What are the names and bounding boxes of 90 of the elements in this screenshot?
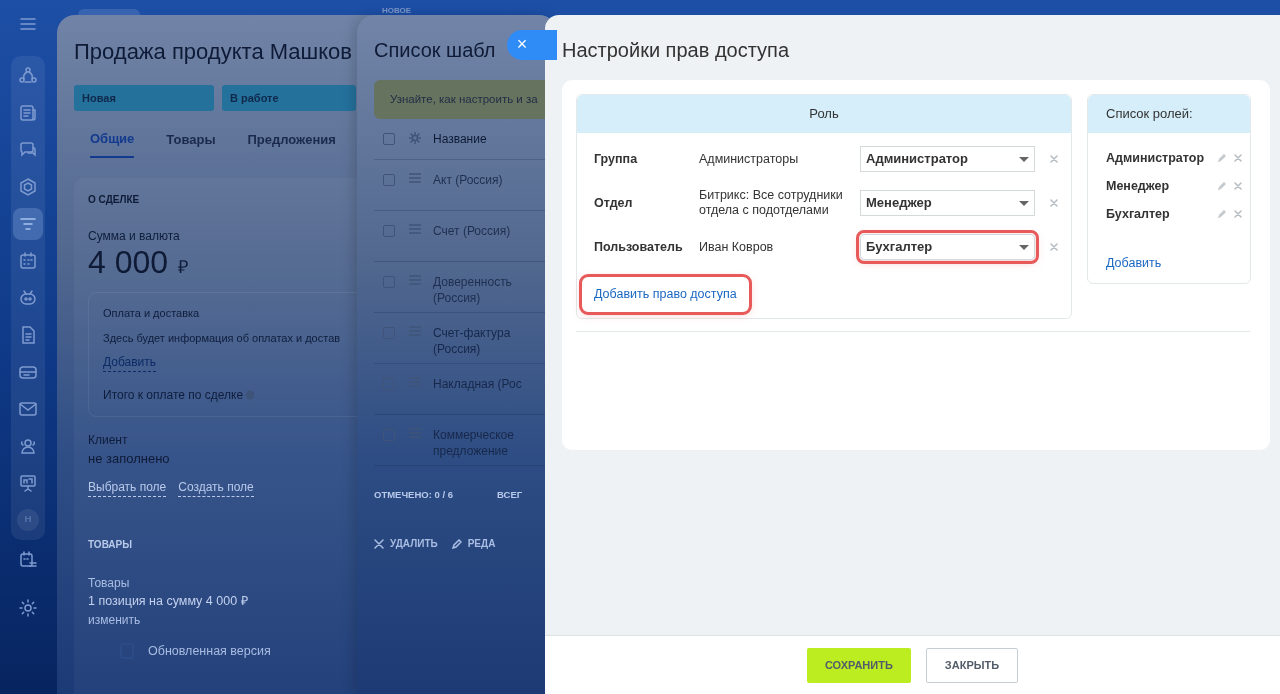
role-name: Менеджер xyxy=(1106,177,1171,195)
hexagon-icon xyxy=(19,178,37,196)
delete-icon xyxy=(374,538,384,549)
add-link[interactable]: Добавить xyxy=(103,352,157,372)
remove-icon[interactable] xyxy=(1234,154,1242,162)
close-button[interactable]: ЗАКРЫТЬ xyxy=(925,647,1019,683)
template-name[interactable]: Акт (Россия) xyxy=(433,173,543,189)
checkbox[interactable] xyxy=(383,225,395,237)
pencil-icon[interactable] xyxy=(1218,182,1226,190)
template-name[interactable]: Счет (Россия) xyxy=(433,224,543,240)
caret-icon xyxy=(1019,200,1029,206)
pencil-icon[interactable] xyxy=(1218,154,1226,162)
toolbar-button[interactable]: РЕДА xyxy=(451,536,496,552)
mail-icon xyxy=(19,400,37,418)
template-name[interactable]: Накладная (Рос xyxy=(433,377,543,393)
role-name: Администратор xyxy=(1106,149,1206,167)
tab[interactable]: Предложения xyxy=(247,129,336,158)
remove-icon[interactable] xyxy=(1050,155,1058,163)
section-title: ТОВАРЫ xyxy=(88,538,133,553)
total-count: ВСЕГ xyxy=(497,488,523,502)
template-name[interactable]: Счет-фактура (Россия) xyxy=(433,326,543,358)
field-label: Сумма и валюта xyxy=(88,227,181,245)
subject-type: Группа xyxy=(594,150,639,168)
role-select[interactable]: Менеджер xyxy=(860,190,1035,216)
pencil-icon xyxy=(451,538,462,549)
add-role-link[interactable]: Добавить xyxy=(1106,254,1162,273)
robot-icon xyxy=(19,289,37,307)
remove-icon[interactable] xyxy=(1234,210,1242,218)
tab[interactable]: Товары xyxy=(166,129,216,158)
newspaper-icon xyxy=(19,104,37,122)
presentation-icon xyxy=(19,474,37,492)
save-button[interactable]: СОХРАНИТЬ xyxy=(806,647,911,683)
field-link[interactable]: Создать поле xyxy=(178,478,254,498)
field-value: 1 позиция на сумму 4 000 ₽ xyxy=(88,592,249,610)
remove-icon[interactable] xyxy=(1234,182,1242,190)
field-value: не заполнено xyxy=(88,449,171,468)
roles-title: Список ролей: xyxy=(1106,105,1193,124)
sidebar-item[interactable] xyxy=(13,208,43,240)
menu-icon xyxy=(20,18,36,30)
role-select[interactable]: Администратор xyxy=(860,146,1035,172)
calendar-list-icon xyxy=(19,551,37,569)
update-text: Обновленная версия xyxy=(148,642,271,660)
calendar-icon xyxy=(19,252,37,270)
checkbox[interactable] xyxy=(383,133,395,145)
add-access-link[interactable]: Добавить право доступа xyxy=(582,277,749,312)
subject-type: Пользователь xyxy=(594,238,684,256)
pencil-icon[interactable] xyxy=(1218,210,1226,218)
section-title: О СДЕЛКЕ xyxy=(88,192,140,207)
subject-name: Битрикс: Все сотрудники отдела с подотделами xyxy=(699,188,844,218)
edit-link[interactable]: изменить xyxy=(88,613,141,628)
nodes-icon xyxy=(19,67,37,85)
remove-icon[interactable] xyxy=(1050,199,1058,207)
drag-handle-icon[interactable] xyxy=(409,173,421,183)
chat-icon xyxy=(19,141,37,159)
template-name[interactable]: Доверенность (Россия) xyxy=(433,275,543,307)
settings-icon[interactable] xyxy=(409,132,421,144)
subject-type: Отдел xyxy=(594,194,634,212)
template-name[interactable]: Коммерческое предложение xyxy=(433,428,543,460)
field-label: Клиент xyxy=(88,431,129,449)
window-tab[interactable] xyxy=(78,9,140,15)
document-icon xyxy=(19,326,37,344)
card-icon xyxy=(19,363,37,381)
close-button[interactable]: × xyxy=(507,30,557,60)
tab[interactable]: Общие xyxy=(90,129,135,158)
column-header: Роль xyxy=(809,105,839,124)
new-label: НОВОЕ xyxy=(382,5,412,17)
amount-value: 4 000 xyxy=(88,244,169,280)
toolbar-button[interactable]: УДАЛИТЬ xyxy=(374,536,438,552)
remove-icon[interactable] xyxy=(1050,243,1058,251)
caret-icon xyxy=(1019,244,1029,250)
payment-title: Оплата и доставка xyxy=(103,305,201,321)
stage-step[interactable]: Новая xyxy=(74,85,214,111)
field-label: Товары xyxy=(88,574,131,592)
currency-sign: ₽ xyxy=(178,257,189,278)
stage-step[interactable]: В работе xyxy=(222,85,356,111)
field-link[interactable]: Выбрать поле xyxy=(88,478,167,498)
subject-name: Администраторы xyxy=(699,151,800,167)
subject-name: Иван Ковров xyxy=(699,239,775,255)
caret-icon xyxy=(1019,156,1029,162)
people-icon xyxy=(19,437,37,455)
selected-count: ОТМЕЧЕНО: 0 / 6 xyxy=(374,488,453,502)
role-name: Бухгалтер xyxy=(1106,205,1171,223)
total-label: Итого к оплате по сделке xyxy=(103,386,244,404)
payment-text: Здесь будет информация об оплатах и достав xyxy=(103,331,342,347)
funnel-icon xyxy=(19,215,37,233)
column-header: Название xyxy=(433,132,488,148)
panel-title: Список шабл xyxy=(374,38,496,63)
settings-icon xyxy=(19,599,37,617)
panel-title: Настройки прав доступа xyxy=(561,38,790,63)
checkbox[interactable] xyxy=(383,174,395,186)
